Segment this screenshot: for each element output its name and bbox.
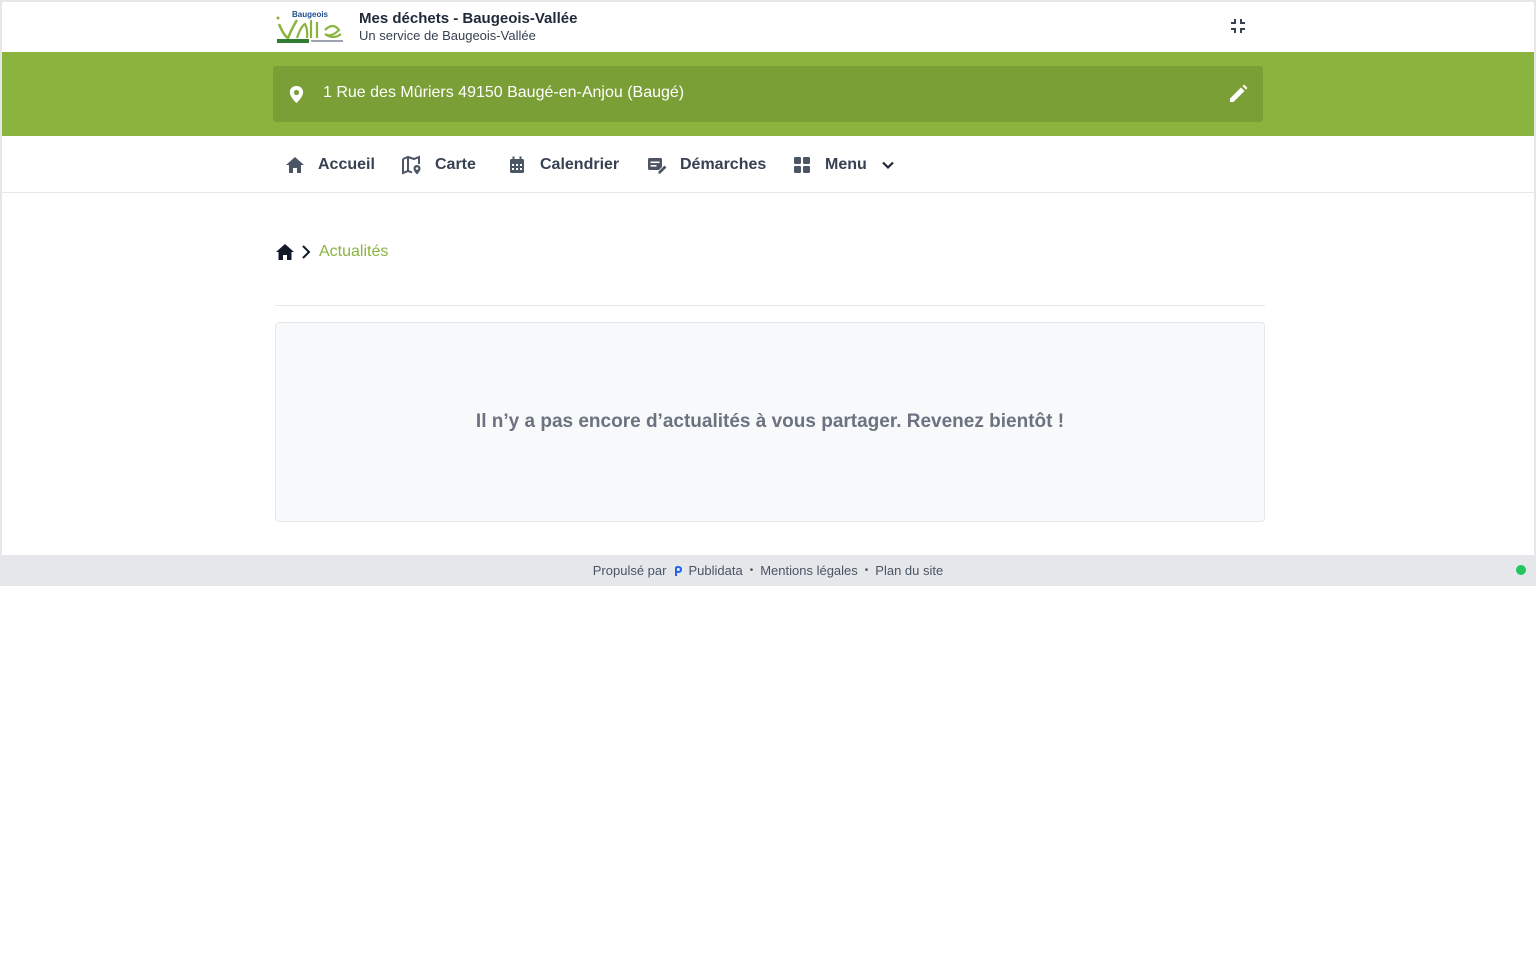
nav-item-menu[interactable]: Menu	[791, 146, 897, 184]
nav-item-demarches[interactable]: Démarches	[646, 146, 766, 184]
address-text: 1 Rue des Mûriers 49150 Baugé-en-Anjou (…	[323, 84, 685, 101]
site-subtitle: Un service de Baugeois-Vallée	[359, 28, 536, 43]
site-title: Mes déchets - Baugeois-Vallée	[359, 10, 578, 27]
footer-separator: •	[749, 565, 754, 576]
nav-label: Calendrier	[540, 156, 620, 173]
top-bar	[2, 2, 1534, 52]
empty-news-panel: Il n’y a pas encore d’actualités à vous …	[275, 322, 1265, 522]
calendar-icon	[510, 156, 524, 173]
breadcrumb: Actualités	[275, 240, 388, 264]
nav-item-carte[interactable]: Carte	[401, 146, 476, 184]
publidata-link[interactable]: Publidata	[688, 563, 742, 578]
nav-label: Carte	[435, 156, 476, 173]
nav-item-calendrier[interactable]: Calendrier	[506, 146, 619, 184]
nav-item-accueil[interactable]: Accueil	[284, 146, 375, 184]
empty-news-message: Il n’y a pas encore d’actualités à vous …	[475, 411, 1065, 432]
sitemap-link[interactable]: Plan du site	[875, 563, 943, 578]
pencil-icon[interactable]	[1227, 83, 1249, 105]
chevron-down-icon	[882, 161, 894, 170]
footer: Propulsé par Publidata • Mentions légale…	[0, 555, 1536, 586]
svg-text:Baugeois: Baugeois	[292, 10, 329, 19]
nav-label: Menu	[825, 156, 867, 173]
publidata-logo-icon	[675, 565, 683, 576]
form-edit-icon	[648, 158, 668, 175]
baugeois-vallee-logo[interactable]: Baugeois	[275, 8, 345, 44]
collapse-icon[interactable]	[1228, 16, 1248, 36]
powered-by-label: Propulsé par	[592, 563, 667, 578]
chevron-right-icon	[302, 245, 311, 259]
home-icon	[286, 157, 304, 173]
home-icon[interactable]	[275, 242, 295, 262]
nav-label: Accueil	[318, 156, 375, 173]
map-pin-icon	[289, 85, 304, 104]
nav-label: Démarches	[680, 156, 767, 173]
footer-separator: •	[864, 565, 869, 576]
legal-notice-link[interactable]: Mentions légales	[760, 563, 858, 578]
status-indicator	[1516, 565, 1526, 575]
divider	[275, 305, 1265, 306]
main-nav	[2, 136, 1534, 193]
grid-icon	[794, 157, 810, 173]
breadcrumb-current: Actualités	[319, 243, 389, 260]
map-icon	[402, 155, 421, 175]
